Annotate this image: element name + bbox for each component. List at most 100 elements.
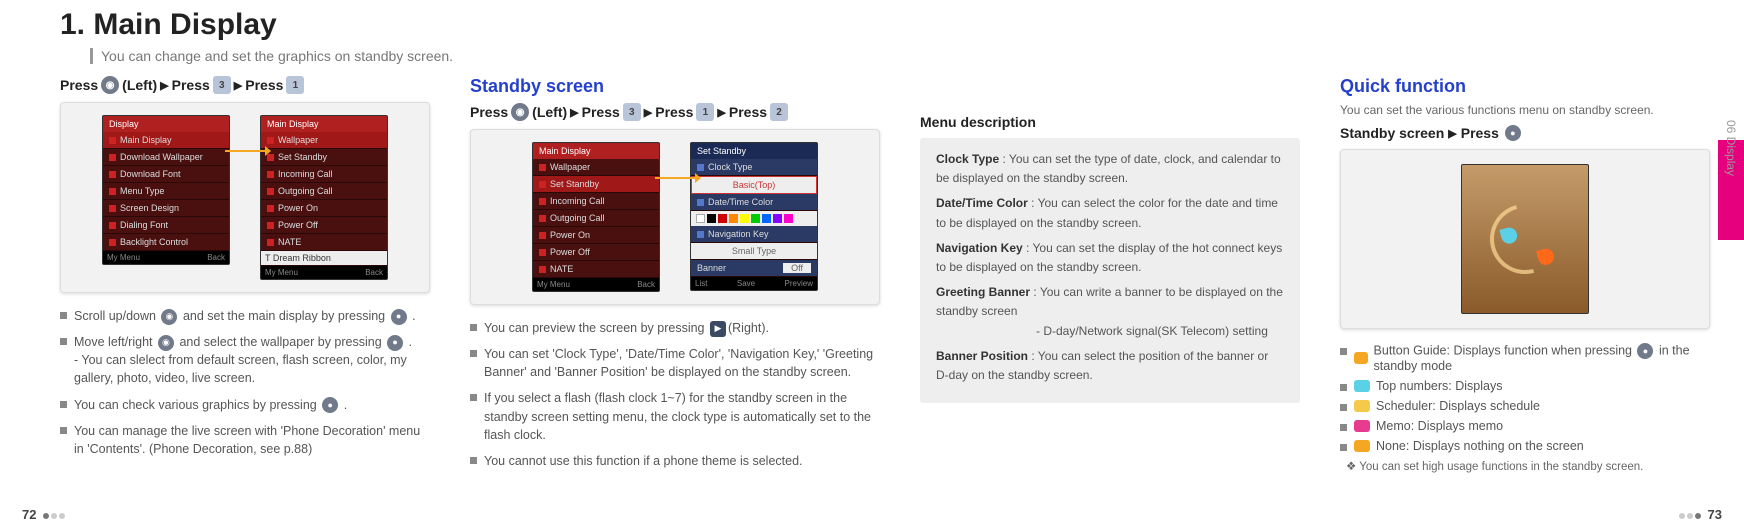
scheduler-icon — [1354, 400, 1370, 412]
menu-item: Screen Design — [103, 200, 229, 217]
menu-desc-item: Banner Position : You can select the pos… — [936, 347, 1284, 385]
menu-item: Wallpaper — [261, 132, 387, 149]
menu-desc-item: Greeting Banner : You can write a banner… — [936, 283, 1284, 341]
phone-softkeys: My MenuBack — [533, 278, 659, 291]
page-number-left: 72 — [22, 507, 66, 522]
nav-key-icon: ◉ — [511, 103, 529, 121]
phone-set-standby: Set Standby Clock Type Basic(Top) Date/T… — [690, 142, 818, 291]
press-word: Press — [655, 104, 693, 120]
arrow-connector-icon — [225, 150, 265, 152]
note-item: You cannot use this function if a phone … — [470, 452, 880, 470]
field-value: Small Type — [691, 243, 817, 260]
top-numbers-icon — [1354, 380, 1370, 392]
menu-desc-item: Date/Time Color : You can select the col… — [936, 194, 1284, 232]
menu-item: Power Off — [261, 217, 387, 234]
menu-desc-item: Clock Type : You can set the type of dat… — [936, 150, 1284, 188]
menu-item: Power On — [261, 200, 387, 217]
nav-key-icon: ◉ — [158, 335, 174, 351]
none-icon — [1354, 440, 1370, 452]
qf-item: Button Guide: Displays function when pre… — [1340, 343, 1710, 373]
note-item: You can set 'Clock Type', 'Date/Time Col… — [470, 345, 880, 381]
menu-description-box: Clock Type : You can set the type of dat… — [920, 138, 1300, 403]
column-standby-screen: Standby screen Press ◉ (Left) ▶ Press 3 … — [470, 76, 880, 502]
phone-header: Main Display — [533, 143, 659, 159]
menu-item: NATE — [533, 261, 659, 278]
press-word: Press — [1461, 125, 1499, 141]
qf-item: Scheduler: Displays schedule — [1340, 399, 1710, 413]
note-item: Move left/right ◉ and select the wallpap… — [60, 333, 430, 387]
press-sequence-3: Standby screen ▶ Press ● — [1340, 125, 1710, 141]
phone-softkeys: ListSavePreview — [691, 277, 817, 290]
menu-item: Download Wallpaper — [103, 149, 229, 166]
menu-item: Wallpaper — [533, 159, 659, 176]
press-word: (Left) — [532, 104, 567, 120]
phone-header: Main Display — [261, 116, 387, 132]
arrow-icon: ▶ — [160, 79, 168, 92]
menu-item: Incoming Call — [533, 193, 659, 210]
screenshot-frame-1: Display Main Display Download Wallpaper … — [60, 102, 430, 293]
phone-softkeys: My MenuBack — [261, 266, 387, 279]
press-word: Press — [60, 77, 98, 93]
press-word: Press — [582, 104, 620, 120]
ok-key-icon: ● — [1505, 125, 1521, 141]
press-word: Press — [172, 77, 210, 93]
arrow-icon: ▶ — [644, 106, 652, 119]
arrow-icon: ▶ — [570, 106, 578, 119]
menu-item: Power On — [533, 227, 659, 244]
field-value: Basic(Top) — [691, 176, 817, 194]
subtitle-bar — [90, 48, 93, 64]
qf-item: Memo: Displays memo — [1340, 419, 1710, 433]
nav-key-icon: ◉ — [101, 76, 119, 94]
menu-item: Backlight Control — [103, 234, 229, 251]
field-row: BannerOff — [691, 260, 817, 277]
menu-desc-item: Navigation Key : You can set the display… — [936, 239, 1284, 277]
phone-softkeys: My MenuBack — [103, 251, 229, 264]
phone-main-display-menu: Main Display Wallpaper Set Standby Incom… — [260, 115, 388, 280]
tip-text: You can set high usage functions in the … — [1340, 459, 1710, 473]
note-item: You can check various graphics by pressi… — [60, 396, 430, 414]
menu-item: NATE — [261, 234, 387, 251]
screenshot-frame-2: Main Display Wallpaper Set Standby Incom… — [470, 129, 880, 305]
nav-key-icon: ◉ — [161, 309, 177, 325]
phone-display-menu: Display Main Display Download Wallpaper … — [102, 115, 230, 265]
page-subtitle: You can change and set the graphics on s… — [101, 48, 453, 64]
menu-item: Outgoing Call — [261, 183, 387, 200]
press-word: Press — [729, 104, 767, 120]
key-3-icon: 3 — [213, 76, 231, 94]
qf-item: None: Displays nothing on the screen — [1340, 439, 1710, 453]
page-dots-icon — [42, 507, 66, 522]
page-number-right: 73 — [1678, 507, 1722, 522]
menu-item: Outgoing Call — [533, 210, 659, 227]
phone-header: Set Standby — [691, 143, 817, 159]
column-main-display: Press ◉ (Left) ▶ Press 3 ▶ Press 1 Displ… — [60, 76, 430, 502]
arrow-icon: ▶ — [234, 79, 242, 92]
quick-function-desc: You can set the various functions menu o… — [1340, 103, 1710, 117]
note-item: If you select a flash (flash clock 1~7) … — [470, 389, 880, 443]
notes-col2: You can preview the screen by pressing ▶… — [470, 319, 880, 478]
press-sequence-2: Press ◉ (Left) ▶ Press 3 ▶ Press 1 ▶ Pre… — [470, 103, 880, 121]
section-standby-screen: Standby screen — [470, 76, 880, 97]
menu-item: Main Display — [103, 132, 229, 149]
qf-item: Top numbers: Displays — [1340, 379, 1710, 393]
menu-item: Download Font — [103, 166, 229, 183]
memo-icon — [1354, 420, 1370, 432]
key-2-icon: 2 — [770, 103, 788, 121]
phone-standby-wallpaper — [1461, 164, 1589, 314]
page-subtitle-row: You can change and set the graphics on s… — [60, 48, 1710, 64]
column-menu-description: Menu description Clock Type : You can se… — [920, 76, 1300, 502]
key-1-icon: 1 — [696, 103, 714, 121]
phone-header: Display — [103, 116, 229, 132]
color-swatch-row — [691, 211, 817, 226]
menu-item: Dialing Font — [103, 217, 229, 234]
field-row: Date/Time Color — [691, 194, 817, 211]
menu-item: Set Standby — [533, 176, 659, 193]
menu-item: Set Standby — [261, 149, 387, 166]
press-word: Press — [470, 104, 508, 120]
side-chapter-label: 06 Display — [1724, 120, 1738, 176]
note-item: You can manage the live screen with 'Pho… — [60, 422, 430, 458]
ok-key-icon: ● — [322, 397, 338, 413]
right-softkey-icon: ▶ — [710, 321, 726, 337]
press-word: (Left) — [122, 77, 157, 93]
arrow-connector-icon — [655, 177, 695, 179]
press-sequence-1: Press ◉ (Left) ▶ Press 3 ▶ Press 1 — [60, 76, 430, 94]
